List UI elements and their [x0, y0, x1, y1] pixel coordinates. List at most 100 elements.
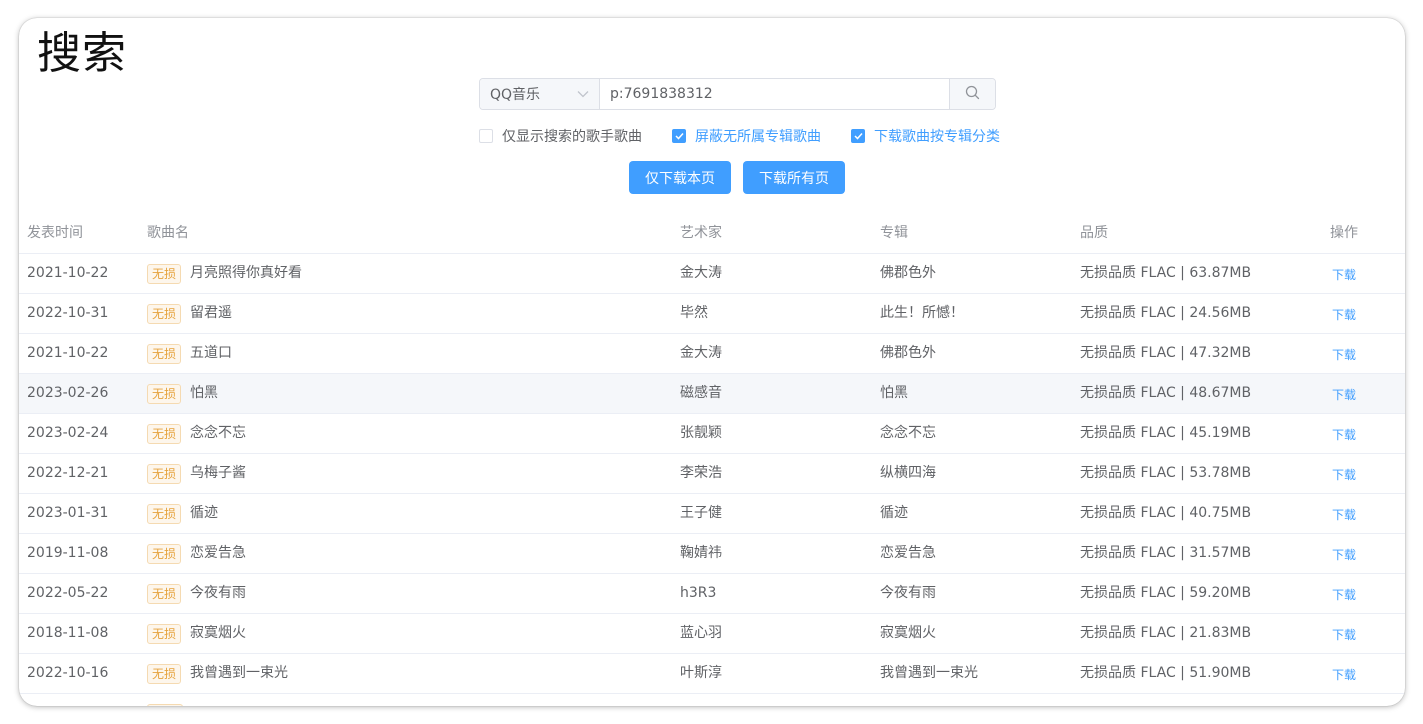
cell-quality: 无损品质 FLAC | 48.67MB: [1080, 385, 1252, 401]
lossless-tag: 无损: [147, 583, 182, 604]
header-artist: 艺术家: [680, 225, 722, 241]
cell-song: 无损 恋爱告急: [147, 534, 246, 573]
cell-album: 恋爱告急: [880, 545, 936, 561]
cell-op: 下载: [1330, 654, 1356, 693]
table-row[interactable]: 2021-10-22 无损 月亮照得你真好看 金大涛 佛郡色外 无损品质 FLAC | 6…: [19, 254, 1405, 294]
cell-album: 纵横四海: [880, 465, 936, 481]
search-button[interactable]: [949, 79, 995, 109]
cell-artist: 蓝心羽: [680, 625, 722, 641]
cell-date: 2023-02-24: [27, 425, 109, 441]
option-block-no-album[interactable]: 屏蔽无所属专辑歌曲: [672, 126, 821, 146]
cell-quality: 无损品质 FLAC | 51.90MB: [1080, 665, 1252, 681]
table-row[interactable]: 2021-10-22 无损 五道口 金大涛 佛郡色外 无损品质 FLAC | 47.32M…: [19, 334, 1405, 374]
cell-quality: 无损品质 FLAC | 31.57MB: [1080, 545, 1252, 561]
lossless-tag: 无损: [147, 383, 182, 404]
option-label: 仅显示搜索的歌手歌曲: [502, 129, 642, 145]
download-link[interactable]: 下载: [1332, 548, 1356, 562]
download-link[interactable]: 下载: [1332, 508, 1356, 522]
cell-quality: 无损品质 FLAC | 45.19MB: [1080, 425, 1252, 441]
song-title: 怕黑: [190, 385, 219, 401]
search-input[interactable]: [600, 79, 949, 109]
lossless-tag: 无损: [147, 463, 182, 484]
checkbox-checked[interactable]: [851, 129, 865, 143]
cell-artist: 金大涛: [680, 345, 722, 361]
cell-date: 2023-02-26: [27, 385, 109, 401]
option-only-singer-songs[interactable]: 仅显示搜索的歌手歌曲: [479, 126, 642, 146]
header-op: 操作: [1330, 225, 1358, 241]
cell-artist: 叶斯淳: [680, 665, 722, 681]
table-body: 2021-10-22 无损 月亮照得你真好看 金大涛 佛郡色外 无损品质 FLAC | 6…: [19, 254, 1405, 694]
cell-quality: 无损品质 FLAC | 53.78MB: [1080, 465, 1252, 481]
download-link[interactable]: 下载: [1332, 628, 1356, 642]
cell-song: 无损 五道口: [147, 334, 232, 373]
cell-song: 无损 月亮照得你真好看: [147, 254, 302, 293]
song-title: 念念不忘: [190, 425, 247, 441]
table-row[interactable]: 2023-02-26 无损 怕黑 磁感音 怕黑 无损品质 FLAC | 48.67MB 下载: [19, 374, 1405, 414]
cell-op: 下载: [1330, 374, 1356, 413]
checkbox-checked[interactable]: [672, 129, 686, 143]
option-label: 屏蔽无所属专辑歌曲: [695, 129, 821, 145]
cell-date: 2021-10-22: [27, 265, 109, 281]
cell-date: 2021-10-22: [27, 345, 109, 361]
song-title: 循迹: [190, 505, 219, 521]
cell-song: 无损 乌梅子酱: [147, 454, 246, 493]
lossless-tag: 无损: [147, 503, 182, 524]
download-all-button[interactable]: 下载所有页: [743, 161, 845, 194]
check-icon: [674, 132, 684, 140]
table-row[interactable]: 2022-05-22 无损 今夜有雨 h3R3 今夜有雨 无损品质 FLAC | 59.2…: [19, 574, 1405, 614]
chevron-down-icon: [577, 86, 589, 102]
download-page-button[interactable]: 仅下载本页: [629, 161, 731, 194]
download-link[interactable]: 下载: [1332, 668, 1356, 682]
cell-date: 2019-11-08: [27, 545, 109, 561]
download-link[interactable]: 下载: [1332, 468, 1356, 482]
cell-album: 佛郡色外: [880, 345, 936, 361]
cell-op: 下载: [1330, 454, 1356, 493]
song-title: 乌梅子酱: [190, 465, 247, 481]
lossless-tag: 无损: [147, 303, 182, 324]
table-row[interactable]: 2023-01-31 无损 循迹 王子健 循迹 无损品质 FLAC | 40.75MB 下载: [19, 494, 1405, 534]
option-group-by-album[interactable]: 下载歌曲按专辑分类: [851, 126, 1000, 146]
table-row[interactable]: 2018-11-08 无损 寂寞烟火 蓝心羽 寂寞烟火 无损品质 FLAC | 21.83…: [19, 614, 1405, 654]
search-bar: QQ音乐: [479, 78, 996, 110]
source-select[interactable]: QQ音乐: [480, 79, 600, 109]
song-title: 留君遥: [190, 305, 233, 321]
cell-album: 怕黑: [880, 385, 908, 401]
cell-quality: 无损品质 FLAC | 40.75MB: [1080, 505, 1252, 521]
cell-quality: 无损品质 FLAC | 47.32MB: [1080, 345, 1252, 361]
checkbox[interactable]: [479, 129, 493, 143]
download-link[interactable]: 下载: [1332, 268, 1356, 282]
cell-artist: h3R3: [680, 585, 717, 601]
cell-quality: 无损品质 FLAC | 24.56MB: [1080, 305, 1252, 321]
table-row[interactable]: 2022-12-21 无损 乌梅子酱 李荣浩 纵横四海 无损品质 FLAC | 53.78…: [19, 454, 1405, 494]
cell-op: 下载: [1330, 294, 1356, 333]
cell-artist: 毕然: [680, 305, 708, 321]
lossless-tag: 无损: [147, 543, 182, 564]
cell-album: 此生！所憾！: [880, 305, 964, 321]
song-title: 寂寞烟火: [190, 625, 247, 641]
cell-artist: 鞠婧祎: [680, 545, 722, 561]
cell-song: 无损 留君遥: [147, 294, 232, 333]
cell-op: 下载: [1330, 614, 1356, 653]
cell-date: 2023-01-31: [27, 505, 109, 521]
download-link[interactable]: 下载: [1332, 308, 1356, 322]
cell-op: 下载: [1330, 414, 1356, 453]
table-row[interactable]: 2022-10-31 无损 留君遥 毕然 此生！所憾！ 无损品质 FLAC | 24.56…: [19, 294, 1405, 334]
table-row[interactable]: 2019-11-08 无损 恋爱告急 鞠婧祎 恋爱告急 无损品质 FLAC | 31.57…: [19, 534, 1405, 574]
cell-album: 佛郡色外: [880, 265, 936, 281]
download-link[interactable]: 下载: [1332, 388, 1356, 402]
search-icon: [965, 85, 980, 104]
header-quality: 品质: [1080, 225, 1108, 241]
cell-op: 下载: [1330, 574, 1356, 613]
option-label: 下载歌曲按专辑分类: [874, 129, 1000, 145]
table-row[interactable]: 2023-02-24 无损 念念不忘 张靓颖 念念不忘 无损品质 FLAC | 45.19…: [19, 414, 1405, 454]
songs-table: 发表时间 歌曲名 艺术家 专辑 品质 操作 2021-10-22 无损 月亮照得你真…: [19, 214, 1405, 706]
cell-song: 无损 念念不忘: [147, 414, 246, 453]
cell-quality: 无损品质 FLAC | 59.20MB: [1080, 585, 1252, 601]
cell-artist: 王子健: [680, 505, 722, 521]
table-row[interactable]: 2022-10-16 无损 我曾遇到一束光 叶斯淳 我曾遇到一束光 无损品质 FLAC |…: [19, 654, 1405, 694]
download-link[interactable]: 下载: [1332, 348, 1356, 362]
download-link[interactable]: 下载: [1332, 588, 1356, 602]
download-link[interactable]: 下载: [1332, 428, 1356, 442]
cell-song: 无损 怕黑: [147, 374, 218, 413]
cell-album: 念念不忘: [880, 425, 936, 441]
